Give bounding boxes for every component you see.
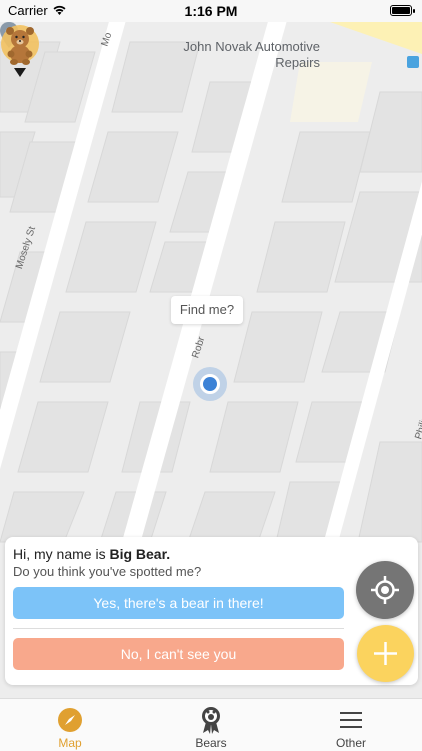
bear-marker-icon[interactable] — [0, 22, 40, 82]
bear-prompt-card: Hi, my name is Big Bear. Do you think yo… — [5, 537, 418, 685]
tab-label: Other — [335, 736, 366, 750]
bear-name: Big Bear. — [109, 546, 171, 562]
tab-label: Bears — [195, 736, 227, 750]
card-greeting: Hi, my name is Big Bear. — [13, 546, 171, 562]
tab-bar: Map Bears Other — [0, 698, 422, 751]
tab-map[interactable]: Map — [0, 699, 140, 751]
locate-button[interactable] — [356, 561, 414, 619]
user-location-dot — [200, 374, 220, 394]
find-me-tooltip[interactable]: Find me? — [171, 296, 243, 324]
transit-icon[interactable] — [407, 56, 419, 68]
status-bar: Carrier 1:16 PM — [0, 0, 422, 22]
compass-icon — [58, 708, 82, 732]
battery-icon — [390, 5, 415, 16]
spotted-no-button[interactable]: No, I can't see you — [13, 638, 344, 670]
crosshair-icon — [371, 576, 399, 604]
menu-icon — [340, 712, 362, 728]
poi-label[interactable]: John Novak Automotive Repairs — [180, 39, 320, 71]
spotted-yes-button[interactable]: Yes, there's a bear in there! — [13, 587, 344, 619]
tab-bears[interactable]: Bears — [141, 699, 281, 751]
card-question: Do you think you've spotted me? — [13, 564, 202, 579]
status-time: 1:16 PM — [184, 3, 238, 19]
plus-icon — [374, 642, 397, 665]
bear-award-icon — [202, 707, 220, 734]
tab-other[interactable]: Other — [281, 699, 421, 751]
add-bear-button[interactable] — [357, 625, 414, 682]
card-divider — [13, 628, 344, 629]
tab-label: Map — [58, 736, 82, 750]
